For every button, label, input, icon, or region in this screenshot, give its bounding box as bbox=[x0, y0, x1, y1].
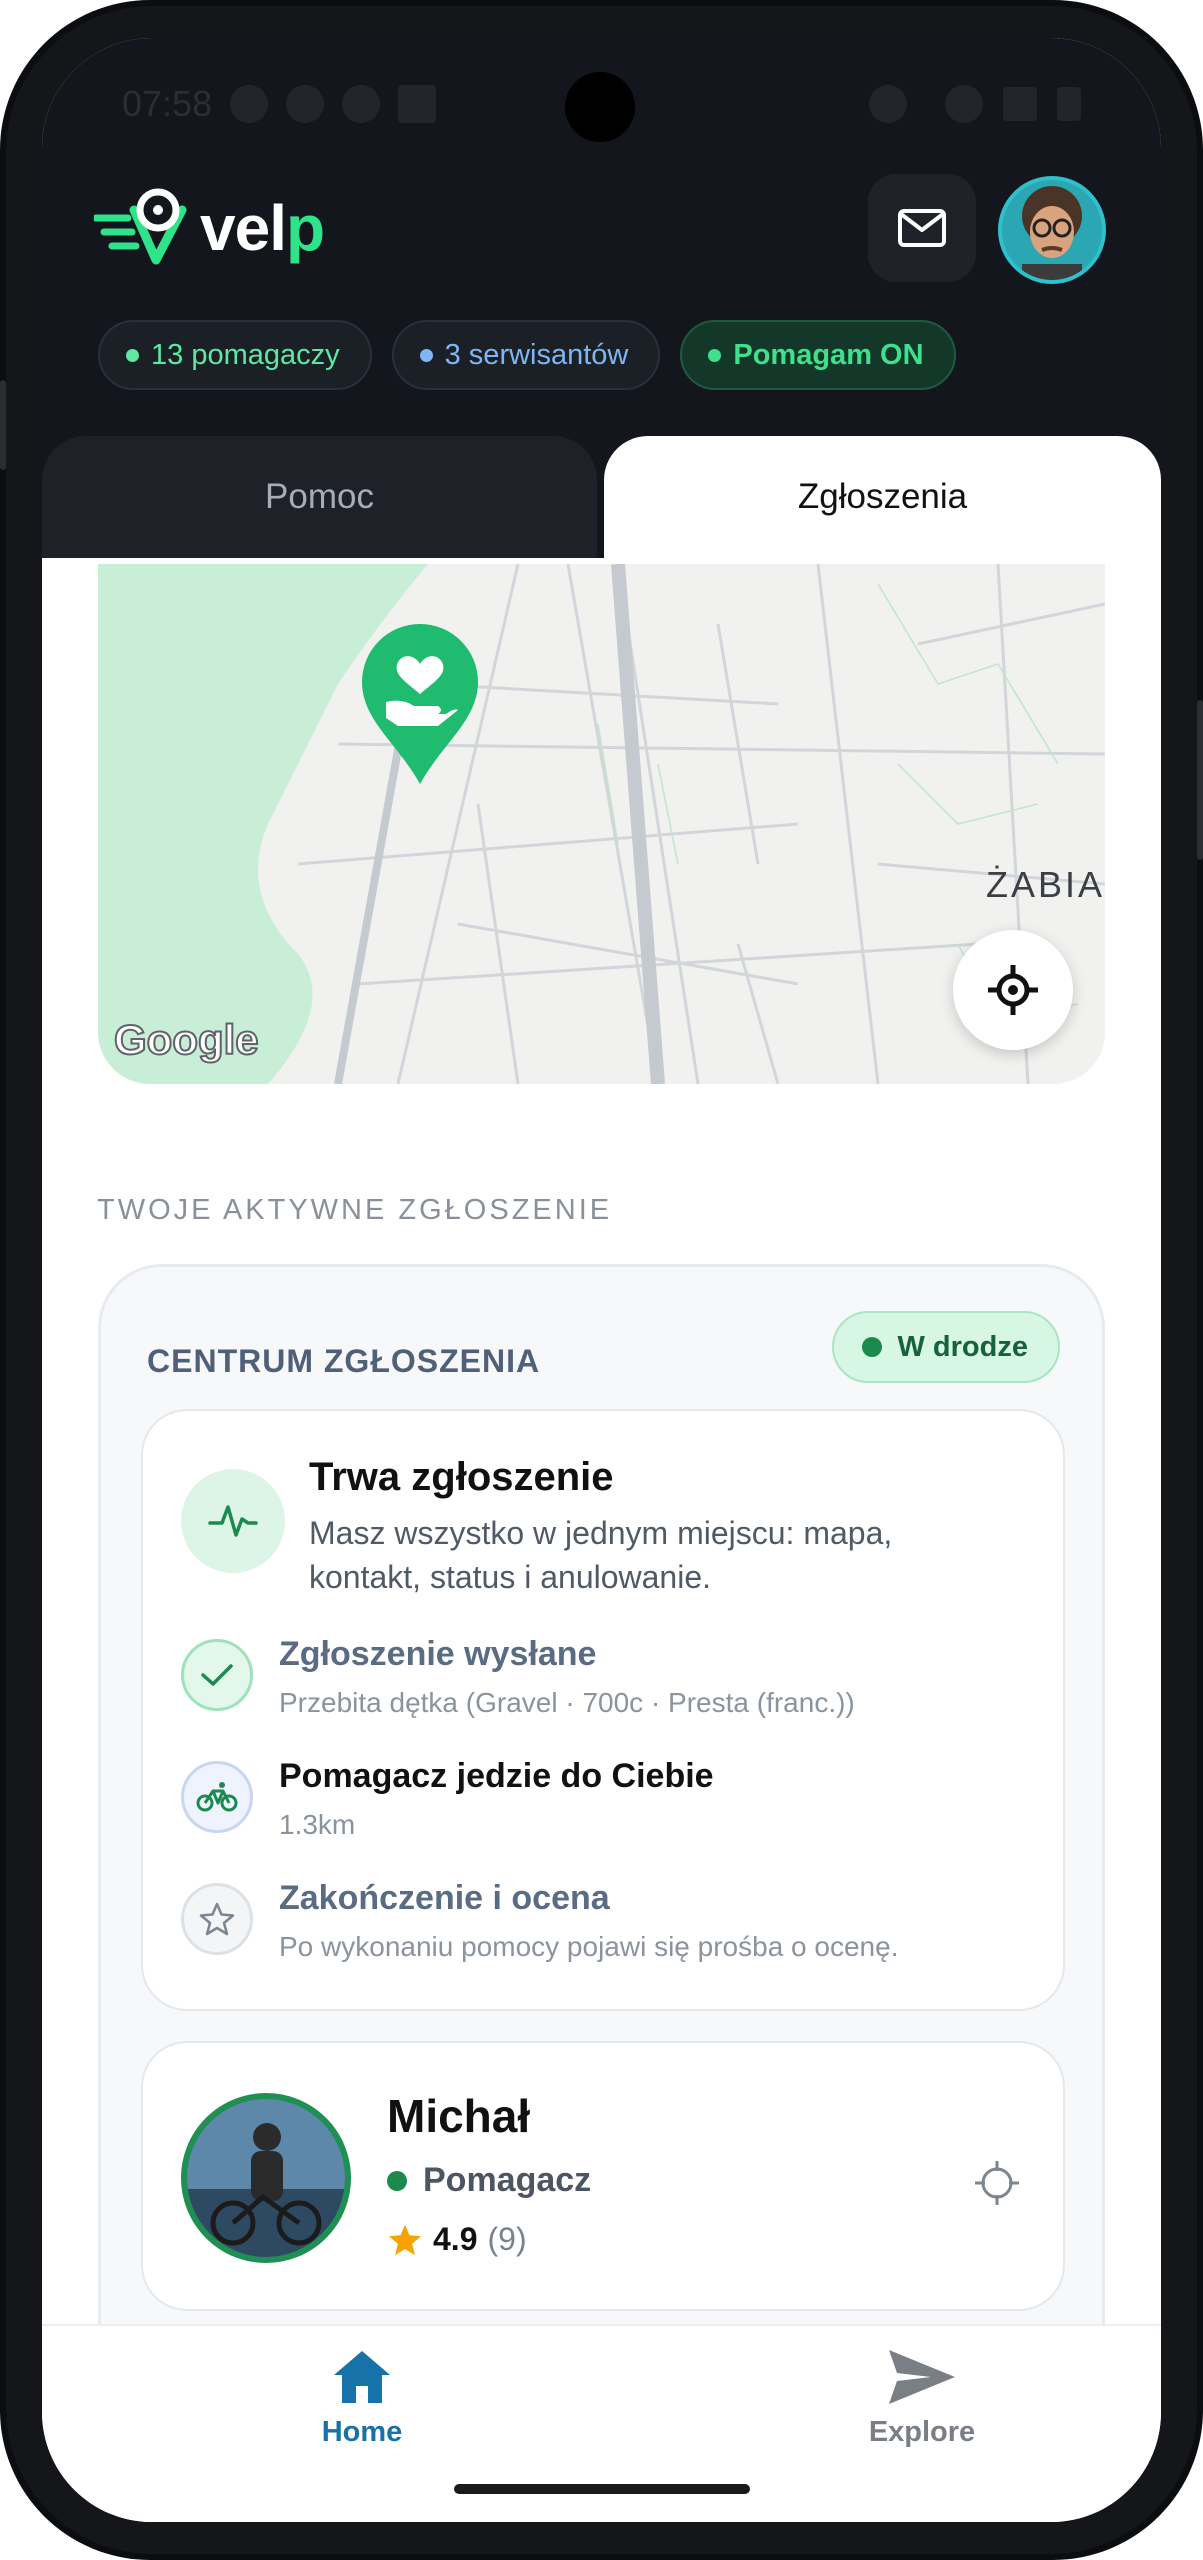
messages-button[interactable] bbox=[868, 174, 976, 282]
app-notification-icon bbox=[398, 85, 437, 123]
helper-role: Pomagacz bbox=[387, 2161, 591, 2200]
notification-icon bbox=[230, 85, 269, 123]
phone-frame: 07:58 velp 13 pomagaczy 3 serwisantów Po… bbox=[0, 0, 1203, 2560]
step-title: Pomagacz jedzie do Ciebie bbox=[279, 1757, 714, 1795]
rating-count: (9) bbox=[487, 2221, 527, 2257]
helper-name: Michał bbox=[387, 2090, 531, 2142]
step-subtitle: Przebita dętka (Gravel · 700c · Presta (… bbox=[279, 1687, 855, 1718]
phone-side-button bbox=[0, 380, 6, 470]
avatar-portrait-icon bbox=[1002, 180, 1102, 280]
phone-side-button bbox=[1197, 700, 1203, 860]
nav-label: Home bbox=[321, 2416, 403, 2448]
location-icon bbox=[869, 85, 907, 123]
send-icon bbox=[889, 2350, 955, 2404]
nav-home[interactable]: Home bbox=[212, 2348, 512, 2449]
helper-rating: 4.9 (9) bbox=[387, 2221, 527, 2258]
chip-label: 3 serwisantów bbox=[444, 338, 629, 371]
check-icon bbox=[201, 1664, 233, 1686]
map-district-label: ŻABIA bbox=[985, 864, 1105, 905]
wifi-icon bbox=[945, 85, 983, 123]
logo-text: velp bbox=[200, 192, 325, 264]
step-title: Zakończenie i ocena bbox=[279, 1879, 610, 1917]
mail-icon bbox=[898, 209, 946, 247]
battery-icon bbox=[1057, 87, 1081, 121]
step-sent: Zgłoszenie wysłane Przebita dętka (Grave… bbox=[181, 1635, 1041, 1727]
active-request-section-label: TWOJE AKTYWNE ZGŁOSZENIE bbox=[97, 1194, 613, 1226]
helping-toggle-chip[interactable]: Pomagam ON bbox=[680, 320, 956, 390]
request-summary-title: Trwa zgłoszenie bbox=[309, 1455, 614, 1499]
map-view[interactable]: ŻABIA Google bbox=[98, 564, 1105, 1084]
tab-zgloszenia[interactable]: Zgłoszenia bbox=[604, 436, 1161, 558]
locate-helper-button[interactable] bbox=[969, 2155, 1025, 2211]
heart-hand-icon bbox=[362, 624, 478, 784]
status-dot bbox=[126, 348, 139, 362]
step-icon-wrap bbox=[181, 1761, 253, 1833]
request-center-title: CENTRUM ZGŁOSZENIA bbox=[147, 1343, 541, 1379]
tab-label: Pomoc bbox=[265, 477, 374, 516]
bicycle-icon bbox=[196, 1782, 238, 1812]
helper-portrait-icon bbox=[187, 2099, 345, 2257]
home-icon bbox=[334, 2351, 390, 2403]
status-badge-label: W drodze bbox=[897, 1330, 1029, 1363]
step-icon-wrap bbox=[181, 1883, 253, 1955]
tab-pomoc[interactable]: Pomoc bbox=[42, 436, 597, 558]
nav-explore[interactable]: Explore bbox=[772, 2348, 1072, 2449]
signal-icon bbox=[1003, 87, 1037, 121]
rating-value: 4.9 bbox=[433, 2221, 478, 2257]
star-outline-icon bbox=[199, 1902, 235, 1936]
pulse-icon bbox=[208, 1505, 258, 1537]
my-location-button[interactable] bbox=[953, 930, 1073, 1050]
chip-label: 13 pomagaczy bbox=[151, 338, 340, 371]
app-logo: velp bbox=[94, 188, 325, 268]
nav-label: Explore bbox=[868, 2416, 976, 2448]
front-camera bbox=[565, 72, 635, 142]
status-dot bbox=[861, 1337, 882, 1357]
home-indicator[interactable] bbox=[454, 2484, 750, 2494]
crosshair-icon bbox=[988, 965, 1038, 1015]
status-dot bbox=[708, 348, 722, 362]
google-attribution: Google bbox=[113, 1015, 260, 1064]
step-helper-en-route: Pomagacz jedzie do Ciebie 1.3km bbox=[181, 1757, 1041, 1849]
mechanics-count-chip: 3 serwisantów bbox=[391, 320, 661, 390]
step-subtitle: 1.3km bbox=[279, 1809, 356, 1840]
request-status-card: Trwa zgłoszenie Masz wszystko w jednym m… bbox=[141, 1409, 1065, 2011]
user-avatar[interactable] bbox=[998, 176, 1106, 284]
step-subtitle: Po wykonaniu pomocy pojawi się prośba o … bbox=[279, 1931, 899, 1962]
online-dot bbox=[387, 2170, 407, 2191]
step-completion-rating: Zakończenie i ocena Po wykonaniu pomocy … bbox=[181, 1879, 1041, 1971]
helper-role-label: Pomagacz bbox=[423, 2161, 592, 2199]
status-chips: 13 pomagaczy 3 serwisantów Pomagam ON bbox=[98, 320, 956, 390]
star-icon bbox=[388, 2224, 422, 2255]
helpers-count-chip: 13 pomagaczy bbox=[98, 320, 372, 390]
request-summary-text: Masz wszystko w jednym miejscu: mapa, ko… bbox=[309, 1515, 893, 1595]
shield-icon bbox=[342, 85, 381, 123]
sync-icon bbox=[286, 85, 325, 123]
help-location-marker[interactable] bbox=[358, 624, 482, 788]
status-badge: W drodze bbox=[831, 1311, 1060, 1383]
step-icon-wrap bbox=[181, 1639, 253, 1711]
chip-label: Pomagam ON bbox=[733, 338, 924, 371]
status-dot bbox=[419, 348, 433, 362]
helper-card[interactable]: Michał Pomagacz 4.9 (9) bbox=[141, 2041, 1065, 2311]
pulse-icon-wrap bbox=[181, 1469, 285, 1573]
helper-photo bbox=[181, 2093, 351, 2263]
map-tiles bbox=[98, 564, 1105, 1084]
logo-pin-icon bbox=[94, 188, 187, 265]
status-time: 07:58 bbox=[122, 83, 213, 124]
tab-label: Zgłoszenia bbox=[797, 477, 968, 516]
step-title: Zgłoszenie wysłane bbox=[279, 1635, 597, 1673]
app-screen: 07:58 velp 13 pomagaczy 3 serwisantów Po… bbox=[42, 38, 1161, 2522]
crosshair-icon bbox=[975, 2161, 1019, 2205]
